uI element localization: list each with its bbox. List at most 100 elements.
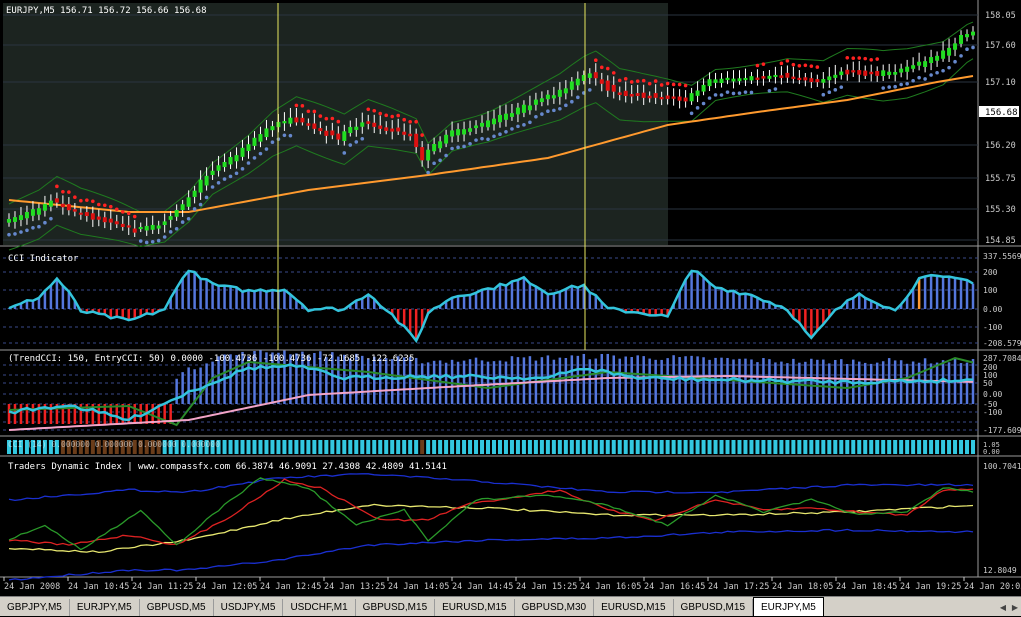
support-dot — [228, 174, 233, 179]
strip-bar — [354, 440, 359, 454]
strip-bar — [869, 440, 874, 454]
candle — [731, 78, 736, 82]
candle — [683, 97, 688, 102]
strip-bar — [491, 440, 496, 454]
support-dot — [234, 171, 239, 176]
candle — [863, 70, 868, 76]
strip-bar — [396, 440, 401, 454]
time-label: 24 Jan 17:25 — [708, 582, 769, 592]
support-dot — [923, 77, 927, 81]
candle — [527, 105, 532, 111]
candle — [953, 43, 958, 50]
strip-bar — [240, 440, 245, 454]
cci-level-label: -208.579 — [983, 339, 1021, 348]
resistance-dot — [108, 204, 113, 209]
candle — [605, 80, 610, 91]
resistance-dot — [611, 71, 616, 75]
resistance-dot — [845, 55, 850, 60]
strip-bar — [300, 440, 305, 454]
chart-tab[interactable]: EURUSD,M15 — [594, 599, 674, 616]
candle — [815, 79, 820, 83]
support-dot — [25, 228, 29, 233]
chart-tab[interactable]: GBPUSD,M5 — [140, 599, 214, 616]
candle — [78, 212, 83, 215]
candle — [324, 130, 329, 136]
support-dot — [773, 87, 778, 91]
candle — [390, 128, 395, 132]
support-dot — [743, 90, 748, 94]
price-label: 156.20 — [985, 141, 1016, 151]
chart-tab[interactable]: EURJPY,M5 — [70, 599, 140, 616]
support-dot — [689, 111, 694, 116]
support-dot — [731, 91, 736, 96]
candle — [168, 216, 173, 220]
resistance-dot — [809, 64, 814, 68]
strip-bar — [731, 440, 736, 454]
strip-bar — [959, 440, 964, 454]
candle — [725, 77, 730, 81]
candle — [318, 128, 323, 132]
candle — [941, 50, 946, 59]
support-dot — [576, 95, 580, 100]
support-dot — [737, 91, 742, 95]
candle — [228, 157, 233, 165]
candle — [563, 88, 568, 94]
support-dot — [486, 137, 490, 142]
support-dot — [827, 90, 832, 95]
resistance-dot — [785, 59, 790, 63]
chart-tab[interactable]: EURJPY,M5 — [753, 597, 824, 616]
support-dot — [198, 202, 203, 207]
cci-level-label: 0.00 — [983, 305, 1002, 314]
chart-tab[interactable]: GBPUSD,M15 — [356, 599, 436, 616]
chart-tab[interactable]: EURUSD,M15 — [435, 599, 515, 616]
arrow-left-icon[interactable]: ◀ — [997, 599, 1009, 616]
support-dot — [546, 109, 550, 114]
strip-bar — [725, 440, 730, 454]
strip-bar — [857, 440, 862, 454]
strip-bar — [228, 440, 233, 454]
strip-bar — [905, 440, 910, 454]
strip-bar — [462, 440, 467, 454]
chart-tab[interactable]: USDCHF,M1 — [283, 599, 356, 616]
strip-bar — [713, 440, 718, 454]
candle — [96, 216, 101, 220]
candle — [911, 65, 916, 69]
candle — [234, 155, 239, 162]
candle — [132, 228, 137, 233]
chart-area[interactable]: EURJPY,M5 156.71 156.72 156.66 156.68 CC… — [0, 0, 1021, 596]
candle — [72, 209, 77, 212]
strip-bar — [252, 440, 257, 454]
resistance-dot — [61, 189, 65, 194]
candle — [755, 77, 760, 80]
strip-bar — [503, 440, 508, 454]
support-dot — [186, 217, 191, 221]
arrow-right-icon[interactable]: ▶ — [1009, 599, 1021, 616]
strip-bar — [815, 440, 820, 454]
chart-tab[interactable]: GBPJPY,M5 — [0, 599, 70, 616]
time-label: 24 Jan 18:05 — [772, 582, 833, 592]
strip-bar — [695, 440, 700, 454]
time-label: 24 Jan 13:25 — [324, 582, 385, 592]
trend-level-label: -100 — [983, 408, 1002, 417]
strip-bar — [545, 440, 550, 454]
strip-bar — [372, 440, 377, 454]
support-dot — [953, 59, 957, 64]
strip-bar — [324, 440, 329, 454]
strip-bar — [827, 440, 832, 454]
chart-tab[interactable]: GBPUSD,M15 — [674, 599, 754, 616]
strip-bar — [911, 440, 916, 454]
candle — [396, 127, 401, 132]
strip-bar — [246, 440, 251, 454]
chart-tab[interactable]: USDJPY,M5 — [214, 599, 284, 616]
strip-bar — [875, 440, 880, 454]
resistance-dot — [420, 133, 424, 137]
resistance-dot — [102, 203, 107, 208]
support-dot — [540, 112, 544, 116]
support-dot — [7, 232, 11, 237]
candle — [150, 224, 155, 230]
chart-tab[interactable]: GBPUSD,M30 — [515, 599, 595, 616]
time-label: 24 Jan 20:05 — [964, 582, 1021, 592]
support-dot — [522, 123, 526, 127]
candle — [30, 209, 35, 216]
candle — [797, 77, 802, 81]
